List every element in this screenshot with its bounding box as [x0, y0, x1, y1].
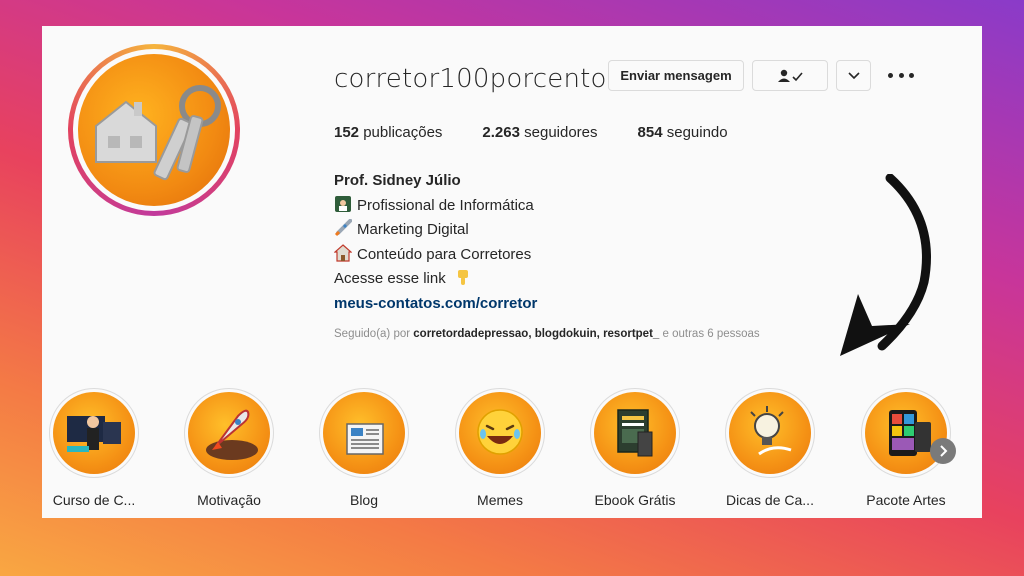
profile-name: Prof. Sidney Júlio — [334, 172, 461, 189]
highlight-label: Memes — [477, 492, 523, 508]
highlight-label: Blog — [349, 492, 379, 508]
bio-line: Conteúdo para Corretores — [334, 243, 537, 268]
person-check-icon — [778, 69, 803, 82]
house-emoji-icon — [334, 243, 352, 262]
chevron-right-icon — [940, 445, 948, 457]
highlight-cover — [188, 392, 270, 474]
chevron-down-icon — [847, 71, 860, 79]
highlight-item[interactable]: Blog — [314, 388, 414, 508]
highlights-next-button[interactable] — [930, 438, 956, 464]
send-message-button[interactable]: Enviar mensagem — [608, 60, 744, 91]
rocket-cover-icon — [206, 409, 258, 460]
story-highlights: Curso de C... Motivação Blog Memes Ebook… — [42, 388, 982, 518]
following-button[interactable] — [752, 60, 828, 91]
highlight-label: Motivação — [197, 492, 261, 508]
followed-by-text[interactable]: Seguido(a) por corretordadepressao, blog… — [334, 328, 760, 340]
highlight-item[interactable]: Memes — [450, 388, 550, 508]
avatar — [78, 54, 230, 206]
highlight-cover — [459, 392, 541, 474]
profile-bio: Prof. Sidney Júlio Profissional de Infor… — [334, 169, 537, 317]
posts-count[interactable]: 152 publicações — [334, 124, 442, 141]
followers-count[interactable]: 2.263 seguidores — [482, 124, 597, 141]
arrow-icon — [840, 174, 931, 356]
house-keys-icon — [95, 85, 221, 181]
ebook-cover-icon — [617, 409, 653, 457]
suggestions-dropdown-button[interactable] — [836, 60, 871, 91]
bio-line: Marketing Digital — [334, 218, 537, 243]
profile-avatar-ring[interactable] — [68, 44, 240, 216]
highlight-cover — [594, 392, 676, 474]
highlight-item[interactable]: Motivação — [179, 388, 279, 508]
laughing-emoji-cover-icon — [477, 409, 523, 455]
following-count[interactable]: 854 seguindo — [638, 124, 728, 141]
highlight-cover — [729, 392, 811, 474]
course-cover-icon — [67, 416, 121, 452]
profile-stats: 152 publicações 2.263 seguidores 854 seg… — [334, 124, 768, 141]
highlight-label: Pacote Artes — [866, 492, 946, 508]
highlight-item[interactable]: Dicas de Ca... — [720, 388, 820, 508]
profile-username: corretor100porcento — [334, 64, 607, 94]
highlight-item[interactable]: Ebook Grátis — [585, 388, 685, 508]
bio-line: Acesse esse link — [334, 267, 537, 292]
rocket-emoji-icon — [334, 219, 352, 237]
highlight-cover — [53, 392, 135, 474]
profile-card: corretor100porcento Enviar mensagem 152 … — [42, 26, 982, 518]
bio-line: Profissional de Informática — [334, 194, 537, 219]
highlight-item[interactable]: Curso de C... — [44, 388, 144, 508]
newspaper-cover-icon — [346, 423, 384, 455]
bio-link[interactable]: meus-contatos.com/corretor — [334, 292, 537, 317]
lightbulb-cover-icon — [750, 406, 792, 456]
teacher-emoji-icon — [335, 195, 351, 212]
highlight-label: Curso de C... — [52, 492, 136, 508]
pointing-down-emoji-icon — [457, 270, 468, 286]
highlight-cover — [323, 392, 405, 474]
highlight-label: Dicas de Ca... — [726, 492, 814, 508]
more-options-icon[interactable] — [888, 66, 914, 84]
highlight-label: Ebook Grátis — [594, 492, 676, 508]
